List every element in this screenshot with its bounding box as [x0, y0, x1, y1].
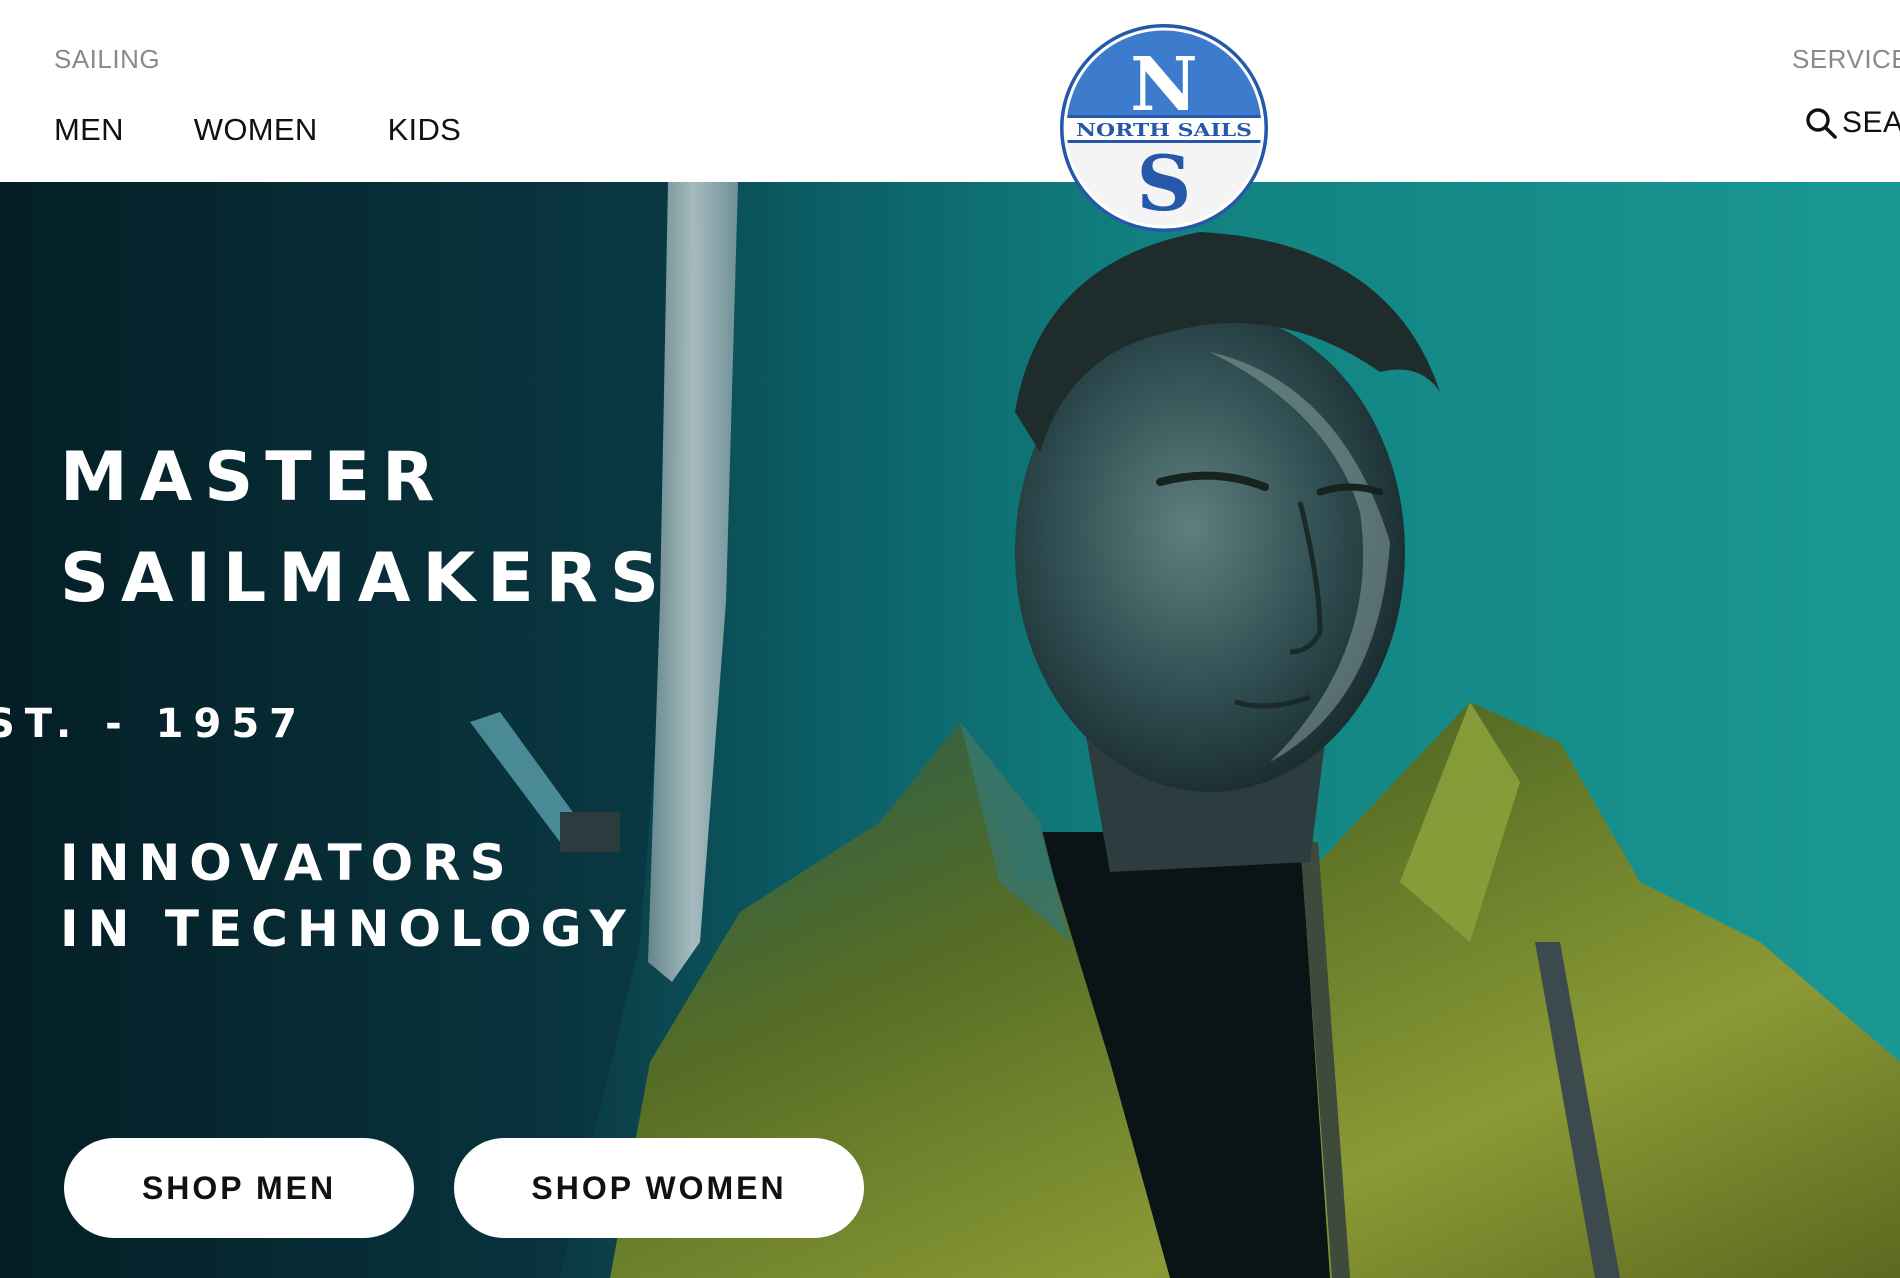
main-nav: MEN WOMEN KIDS — [54, 112, 461, 148]
logo-letter-n: N — [1130, 42, 1198, 128]
logo-letter-s: S — [1137, 139, 1192, 228]
page: SAILING SERVICE MEN WOMEN KIDS SEA N NOR… — [0, 0, 1900, 1278]
tagline-line-2: IN TECHNOLOGY — [60, 900, 635, 958]
search-button[interactable]: SEA — [1804, 106, 1900, 140]
logo-band-text: NORTH SAILS — [1076, 120, 1252, 141]
shop-women-button[interactable]: SHOP WOMEN — [454, 1138, 864, 1238]
sailing-link[interactable]: SAILING — [54, 44, 160, 75]
headline-line-1: MASTER — [60, 438, 447, 517]
nav-item-kids[interactable]: KIDS — [388, 112, 462, 148]
headline-line-2: SAILMAKERS — [60, 539, 672, 618]
established-text: ST. - 1957 — [0, 701, 307, 747]
hero-banner: MASTER SAILMAKERS ST. - 1957 INNOVATORS … — [0, 182, 1900, 1278]
nav-item-women[interactable]: WOMEN — [194, 112, 318, 148]
hero-tagline: INNOVATORS IN TECHNOLOGY — [60, 830, 635, 962]
site-header: SAILING SERVICE MEN WOMEN KIDS SEA — [0, 0, 1900, 182]
shop-men-button[interactable]: SHOP MEN — [64, 1138, 414, 1238]
tagline-line-1: INNOVATORS — [60, 834, 515, 892]
search-label: SEA — [1842, 106, 1900, 139]
nav-item-men[interactable]: MEN — [54, 112, 124, 148]
service-link[interactable]: SERVICE — [1792, 44, 1900, 75]
search-icon — [1806, 108, 1837, 139]
north-sails-logo[interactable]: N NORTH SAILS S — [1058, 22, 1270, 234]
hero-headline: MASTER SAILMAKERS — [60, 427, 671, 629]
